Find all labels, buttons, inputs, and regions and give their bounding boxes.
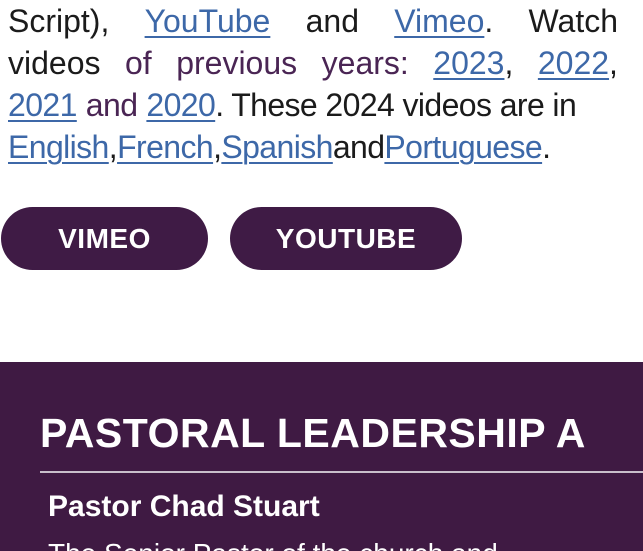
section-divider — [40, 471, 643, 473]
text-and: and — [305, 3, 359, 39]
text-previous: previous — [176, 45, 298, 81]
intro-line-1: Script), YouTube and Vimeo. Watch — [8, 0, 618, 42]
text-script: Script), — [8, 3, 110, 39]
intro-line-3: 2021 and 2020 . These 2024 videos are in — [8, 84, 618, 126]
text-and: and — [332, 129, 385, 165]
text-of: of — [125, 45, 152, 81]
year-2021-link[interactable]: 2021 — [8, 84, 77, 126]
portuguese-link[interactable]: Portuguese — [384, 126, 542, 168]
text-comma: , — [108, 129, 118, 165]
pastoral-leadership-section: PASTORAL LEADERSHIP A Pastor Chad Stuart… — [0, 362, 643, 551]
text-comma: , — [504, 45, 514, 81]
youtube-button[interactable]: YOUTUBE — [230, 207, 462, 270]
text-videos: videos — [8, 45, 101, 81]
section-title: PASTORAL LEADERSHIP A — [40, 410, 586, 456]
spanish-link[interactable]: Spanish — [221, 126, 333, 168]
english-link[interactable]: English — [8, 126, 109, 168]
text-years: years: — [321, 45, 409, 81]
year-2020-link[interactable]: 2020 — [146, 84, 215, 126]
intro-paragraph: Script), YouTube and Vimeo. Watch videos… — [8, 0, 618, 168]
text-period: . — [542, 129, 551, 165]
page: Script), YouTube and Vimeo. Watch videos… — [0, 0, 643, 551]
pastor-name: Pastor Chad Stuart — [48, 490, 320, 523]
vimeo-button[interactable]: VIMEO — [1, 207, 208, 270]
text-period: . — [484, 3, 494, 39]
pastor-description: The Senior Pastor of the church and — [48, 540, 608, 551]
french-link[interactable]: French — [117, 126, 214, 168]
intro-line-4: English , French , Spanish and Portugues… — [8, 126, 618, 168]
text-watch: Watch — [528, 3, 619, 39]
vimeo-link[interactable]: Vimeo — [394, 3, 484, 39]
text-and: and — [85, 87, 138, 123]
intro-line-2: videos of previous years: 2023, 2022, — [8, 42, 618, 84]
youtube-link[interactable]: YouTube — [145, 0, 271, 42]
year-2022-link[interactable]: 2022 — [538, 45, 609, 81]
pastor-description-clipped: The Senior Pastor of the church and — [48, 540, 608, 551]
text-comma: , — [609, 45, 618, 81]
year-2023-link[interactable]: 2023 — [433, 45, 504, 81]
text-these-videos: . These 2024 videos are in — [215, 87, 577, 123]
text-comma: , — [213, 129, 222, 165]
